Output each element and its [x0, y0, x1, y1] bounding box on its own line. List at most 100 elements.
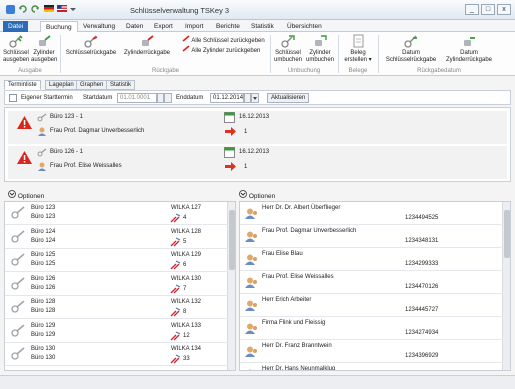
- app-logo-icon: [6, 5, 15, 14]
- list-item[interactable]: Frau Prof. Dagmar Unverbesserlich 1234348…: [240, 225, 503, 248]
- right-list-scrollbar[interactable]: [502, 202, 510, 370]
- key-icon: [11, 323, 25, 337]
- key-bundle-icon: [170, 213, 181, 223]
- zylinder-umbuchen-label-1: Zylinder: [309, 50, 331, 56]
- person-icon: [245, 277, 257, 288]
- flag-de-icon[interactable]: [44, 5, 54, 12]
- key-code: WILKA 128: [171, 228, 202, 235]
- tab-lageplan[interactable]: Lageplan: [45, 80, 78, 90]
- schluesselrueckgabe-button[interactable]: Schlüsselrückgabe: [63, 35, 119, 57]
- group-label-belege: Belege: [348, 68, 368, 74]
- key-code: WILKA 127: [171, 205, 202, 211]
- flag-us-icon[interactable]: [57, 5, 67, 12]
- key-bundle-icon: [170, 307, 181, 317]
- eigener-starttermin-checkbox[interactable]: [9, 94, 17, 102]
- ribbon-separator: [270, 35, 271, 73]
- left-list-scrollbar[interactable]: [227, 202, 235, 370]
- key-count: 7: [183, 285, 187, 292]
- list-item[interactable]: Frau Elise Blau 1234299333: [240, 248, 503, 271]
- list-item[interactable]: Herr Dr. Dr. Albert Überflieger 123449452…: [240, 202, 503, 225]
- tab-verwaltung[interactable]: Verwaltung: [78, 21, 120, 32]
- person-name: Frau Prof. Dagmar Unverbesserlich: [262, 228, 357, 234]
- person-icon: [245, 323, 257, 334]
- startdatum-spinner[interactable]: [157, 93, 164, 103]
- person-phone: 1234299333: [405, 261, 439, 267]
- right-options-toggle[interactable]: Optionen: [239, 190, 275, 200]
- left-options-toggle[interactable]: Optionen: [8, 190, 44, 200]
- undo-icon[interactable]: [19, 5, 27, 13]
- enddatum-input[interactable]: 01.12.2014: [210, 93, 244, 103]
- key-room: Büro 129: [31, 322, 56, 329]
- zylinder-umbuchen-label-2: umbuchen: [305, 57, 335, 63]
- close-button[interactable]: x: [497, 4, 511, 15]
- schluessel-ausgeben-button[interactable]: Schlüssel ausgeben: [3, 35, 29, 64]
- person-icon: [38, 127, 46, 136]
- appointment-person: Frau Prof. Dagmar Unverbesserlich: [50, 128, 145, 134]
- tab-buchung[interactable]: Buchung: [40, 21, 78, 32]
- ribbon: Schlüssel ausgeben Zylinder ausgeben Aus…: [0, 32, 515, 76]
- enddatum-calendar-icon[interactable]: [251, 93, 259, 103]
- key-small-icon: [182, 35, 190, 42]
- ribbon-separator: [338, 35, 339, 73]
- key-room: Büro 125: [31, 252, 56, 258]
- alle-schluessel-zurueckgeben-button[interactable]: Alle Schlüssel zurückgeben: [182, 35, 265, 44]
- enddatum-spinner[interactable]: [244, 93, 251, 103]
- tab-import[interactable]: Import: [180, 21, 208, 32]
- key-icon: [11, 276, 25, 290]
- tab-uebersichten[interactable]: Übersichten: [282, 21, 327, 32]
- list-item[interactable]: Büro 124 Büro 124 WILKA 128 5: [5, 226, 228, 249]
- list-item[interactable]: Herr Dr. Franz Branntwein 1234396929: [240, 340, 503, 363]
- tab-export[interactable]: Export: [149, 21, 178, 32]
- cylinder-return-icon: [142, 35, 154, 46]
- eigener-starttermin-label: Eigener Starttermin: [21, 95, 73, 101]
- left-list-scroll-thumb[interactable]: [229, 210, 235, 270]
- key-rebook-icon: [281, 35, 295, 48]
- tab-graphen[interactable]: Graphen: [76, 80, 108, 90]
- datum-schluesselrueckgabe-button[interactable]: Datum Schlüsselrückgabe: [381, 35, 441, 64]
- datum-zylinderrueckgabe-button[interactable]: Datum Zylinderrückgabe: [441, 35, 497, 64]
- schluessel-umbuchen-label-1: Schlüssel: [275, 50, 301, 56]
- zylinder-umbuchen-button[interactable]: Zylinder umbuchen: [305, 35, 335, 64]
- list-item[interactable]: Frau Prof. Elise Weissalles 1234470126: [240, 271, 503, 294]
- key-room-sub: Büro 124: [31, 237, 56, 244]
- list-item[interactable]: Herr Dr. Hans Neunmalklug: [240, 363, 503, 370]
- list-item[interactable]: Büro 129 Büro 129 WILKA 133 12: [5, 320, 228, 343]
- key-code: WILKA 130: [171, 275, 202, 282]
- alle-zylinder-zurueckgeben-button[interactable]: Alle Zylinder zurückgeben: [182, 45, 260, 54]
- redo-icon[interactable]: [31, 5, 39, 13]
- tab-berichte[interactable]: Berichte: [211, 21, 245, 32]
- appointment-row[interactable]: Büro 123 - 1 Frau Prof. Dagmar Unverbess…: [8, 111, 507, 144]
- tab-daten[interactable]: Daten: [121, 21, 148, 32]
- startdatum-calendar-icon[interactable]: [164, 93, 172, 103]
- tab-datei[interactable]: Datei: [3, 21, 29, 32]
- cylinder-rebook-icon: [315, 35, 327, 46]
- tab-statistik-sub[interactable]: Statistik: [106, 80, 136, 90]
- person-icon: [245, 231, 257, 242]
- list-item[interactable]: Büro 126 Büro 126 WILKA 130 7: [5, 273, 228, 296]
- maximize-button[interactable]: □: [481, 4, 495, 15]
- qat-dropdown-icon[interactable]: [70, 5, 76, 13]
- key-bundle-icon: [170, 354, 181, 364]
- person-phone: 1234445727: [405, 307, 439, 313]
- schluessel-umbuchen-button[interactable]: Schlüssel umbuchen: [273, 35, 303, 64]
- list-item[interactable]: Büro 128 Büro 128 WILKA 132 8: [5, 296, 228, 319]
- appointment-date: 16.12.2013: [239, 114, 270, 120]
- tab-statistik[interactable]: Statistik: [246, 21, 279, 32]
- zylinder-ausgeben-button[interactable]: Zylinder ausgeben: [31, 35, 57, 64]
- startdatum-input[interactable]: 01.01.0001: [117, 93, 157, 103]
- list-item[interactable]: Büro 130 Büro 130 WILKA 134 33: [5, 343, 228, 366]
- appointment-row[interactable]: Büro 126 - 1 Frau Prof. Elise Weissalles…: [8, 146, 507, 179]
- zylinderrueckgabe-button[interactable]: Zylinderrückgabe: [120, 35, 174, 57]
- minimize-button[interactable]: _: [465, 4, 479, 15]
- aktualisieren-button[interactable]: Aktualisieren: [267, 93, 310, 103]
- beleg-erstellen-button[interactable]: Beleg erstellen ▾: [341, 34, 375, 64]
- list-item[interactable]: Büro 125 Büro 125 WILKA 129 6: [5, 249, 228, 272]
- datum-zylinder-label-1: Datum: [460, 50, 478, 56]
- list-item[interactable]: Büro 123 Büro 123 WILKA 127 4: [5, 202, 228, 225]
- right-list-scroll-thumb[interactable]: [504, 210, 510, 258]
- tab-terminliste[interactable]: Terminliste: [4, 80, 41, 90]
- list-item[interactable]: Firma Flink und Fleissig 1234274934: [240, 317, 503, 340]
- key-room-sub: Büro 126: [31, 284, 56, 291]
- key-room: Büro 130: [31, 346, 56, 352]
- list-item[interactable]: Herr Erich Arbeiter 1234445727: [240, 294, 503, 317]
